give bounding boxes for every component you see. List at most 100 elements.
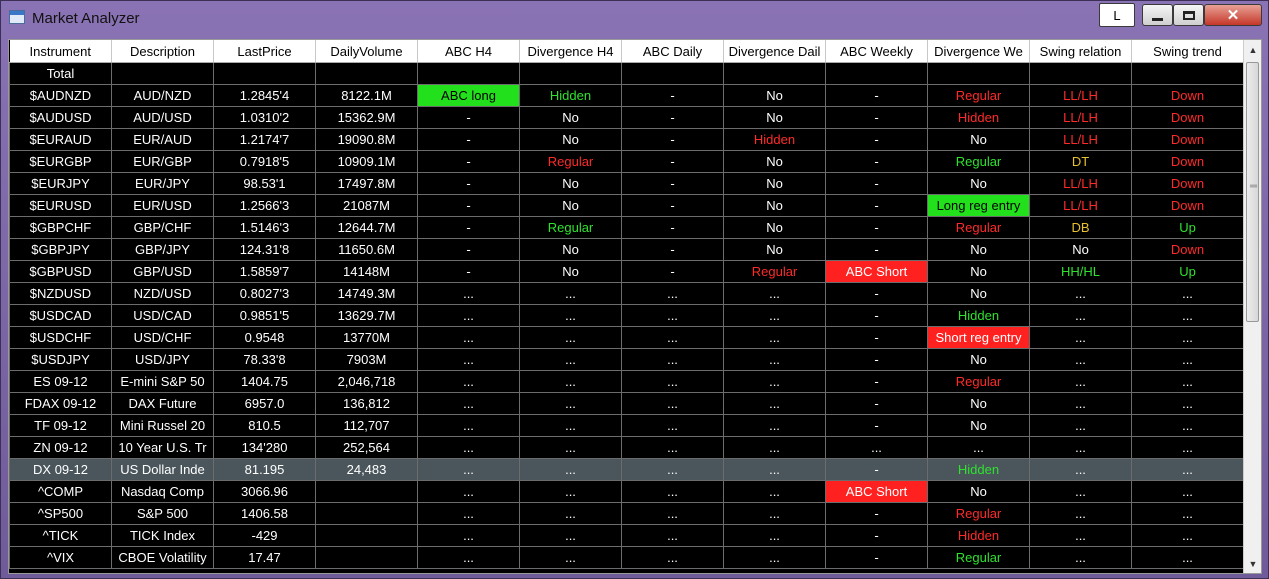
table-cell[interactable]: Down [1131,194,1244,217]
table-cell[interactable]: ... [621,392,724,415]
table-cell[interactable]: HH/HL [1029,260,1132,283]
table-cell[interactable]: - [417,216,520,239]
table-cell[interactable]: ... [1131,502,1244,525]
table-cell[interactable]: Hidden [519,84,622,107]
table-cell[interactable] [315,480,418,503]
table-cell[interactable]: ... [519,392,622,415]
close-button[interactable]: ✕ [1204,4,1262,26]
table-cell[interactable]: ... [1029,458,1132,481]
table-cell[interactable]: GBP/CHF [111,216,214,239]
table-cell[interactable]: 13770M [315,326,418,349]
table-cell[interactable]: - [825,546,928,569]
table-cell[interactable]: ... [1131,282,1244,305]
table-cell[interactable]: ... [1029,502,1132,525]
table-cell[interactable]: Hidden [927,106,1030,129]
table-cell[interactable] [315,524,418,547]
table-cell[interactable]: EUR/GBP [111,150,214,173]
table-cell[interactable]: - [621,260,724,283]
table-cell[interactable]: - [417,194,520,217]
table-cell[interactable]: No [723,194,826,217]
table-cell[interactable]: ... [1029,282,1132,305]
table-cell[interactable]: USD/JPY [111,348,214,371]
table-cell[interactable]: - [825,128,928,151]
table-cell[interactable]: ... [417,282,520,305]
column-header[interactable]: Instrument [9,40,112,63]
table-row[interactable]: TF 09-12 Mini Russel 20 810.5 112,707......… [9,414,1244,437]
table-cell[interactable]: 0.8027'3 [213,282,316,305]
table-cell[interactable]: ... [519,480,622,503]
table-cell[interactable]: ... [723,304,826,327]
table-cell[interactable]: AUD/USD [111,106,214,129]
table-cell[interactable]: No [927,260,1030,283]
table-cell[interactable]: - [621,84,724,107]
table-cell[interactable]: 19090.8M [315,128,418,151]
table-cell[interactable]: - [825,370,928,393]
table-cell[interactable]: ... [417,304,520,327]
table-row[interactable]: ZN 09-12 10 Year U.S. Tr 134'280 252,564...… [9,436,1244,459]
table-cell[interactable] [315,502,418,525]
table-cell[interactable]: No [927,414,1030,437]
table-cell[interactable]: ... [621,524,724,547]
table-cell[interactable]: ^COMP [9,480,112,503]
table-cell[interactable]: Regular [519,150,622,173]
table-row[interactable]: $NZDUSD NZD/USD 0.8027'3 14749.3M..........… [9,282,1244,305]
table-cell[interactable]: ... [825,436,928,459]
table-cell[interactable]: 124.31'8 [213,238,316,261]
table-cell[interactable]: Up [1131,216,1244,239]
column-header[interactable]: DailyVolume [315,40,418,63]
vertical-scrollbar[interactable]: ▲ ═ ▼ [1243,40,1261,573]
table-cell[interactable]: CBOE Volatility [111,546,214,569]
table-cell[interactable]: ... [417,348,520,371]
table-cell[interactable]: ... [723,392,826,415]
table-cell[interactable]: - [825,414,928,437]
table-cell[interactable]: - [621,238,724,261]
table-cell[interactable]: ... [519,304,622,327]
table-cell[interactable]: $EURJPY [9,172,112,195]
table-cell[interactable]: No [723,172,826,195]
table-cell[interactable]: ... [1029,326,1132,349]
table-cell[interactable]: Regular [927,84,1030,107]
table-cell[interactable]: ... [417,458,520,481]
table-cell[interactable]: Regular [723,260,826,283]
table-row[interactable]: $EURUSD EUR/USD 1.2566'3 21087M - No - No - Long … [9,194,1244,217]
table-row[interactable]: FDAX 09-12 DAX Future 6957.0 136,812.......… [9,392,1244,415]
table-cell[interactable]: ... [723,546,826,569]
table-cell[interactable]: ... [1029,304,1132,327]
table-cell[interactable]: ... [1029,480,1132,503]
table-cell[interactable]: No [927,348,1030,371]
table-cell[interactable]: 12644.7M [315,216,418,239]
table-cell[interactable]: ... [417,524,520,547]
table-cell[interactable]: Regular [927,150,1030,173]
table-row[interactable]: $GBPCHF GBP/CHF 1.5146'3 12644.7M - Regular - N… [9,216,1244,239]
table-cell[interactable]: ... [417,414,520,437]
table-cell[interactable] [417,62,520,85]
table-cell[interactable]: ... [417,502,520,525]
table-cell[interactable]: Regular [927,502,1030,525]
table-cell[interactable]: ... [1131,524,1244,547]
table-cell[interactable]: 24,483 [315,458,418,481]
table-cell[interactable]: 0.9548 [213,326,316,349]
table-cell[interactable]: - [417,238,520,261]
table-cell[interactable]: LL/LH [1029,106,1132,129]
table-cell[interactable]: - [621,150,724,173]
table-cell[interactable]: - [621,106,724,129]
table-cell[interactable]: 10909.1M [315,150,418,173]
table-cell[interactable]: Mini Russel 20 [111,414,214,437]
table-cell[interactable]: DAX Future [111,392,214,415]
table-cell[interactable]: Hidden [723,128,826,151]
table-cell[interactable]: ... [621,480,724,503]
column-header[interactable]: ABC Weekly [825,40,928,63]
column-header[interactable]: LastPrice [213,40,316,63]
table-cell[interactable]: USD/CAD [111,304,214,327]
table-cell[interactable]: ... [1131,414,1244,437]
table-cell[interactable]: EUR/AUD [111,128,214,151]
table-row[interactable]: $EURJPY EUR/JPY 98.53'1 17497.8M - No - No - No LL… [9,172,1244,195]
table-cell[interactable]: 1.2174'7 [213,128,316,151]
table-cell[interactable]: - [825,348,928,371]
table-cell[interactable]: ... [723,458,826,481]
table-cell[interactable] [111,62,214,85]
title-bar[interactable]: Market Analyzer L ✕ [1,1,1268,35]
table-row[interactable]: $AUDNZD AUD/NZD 1.2845'4 8122.1M ABC long Hid… [9,84,1244,107]
column-header[interactable]: Description [111,40,214,63]
table-cell[interactable] [315,62,418,85]
